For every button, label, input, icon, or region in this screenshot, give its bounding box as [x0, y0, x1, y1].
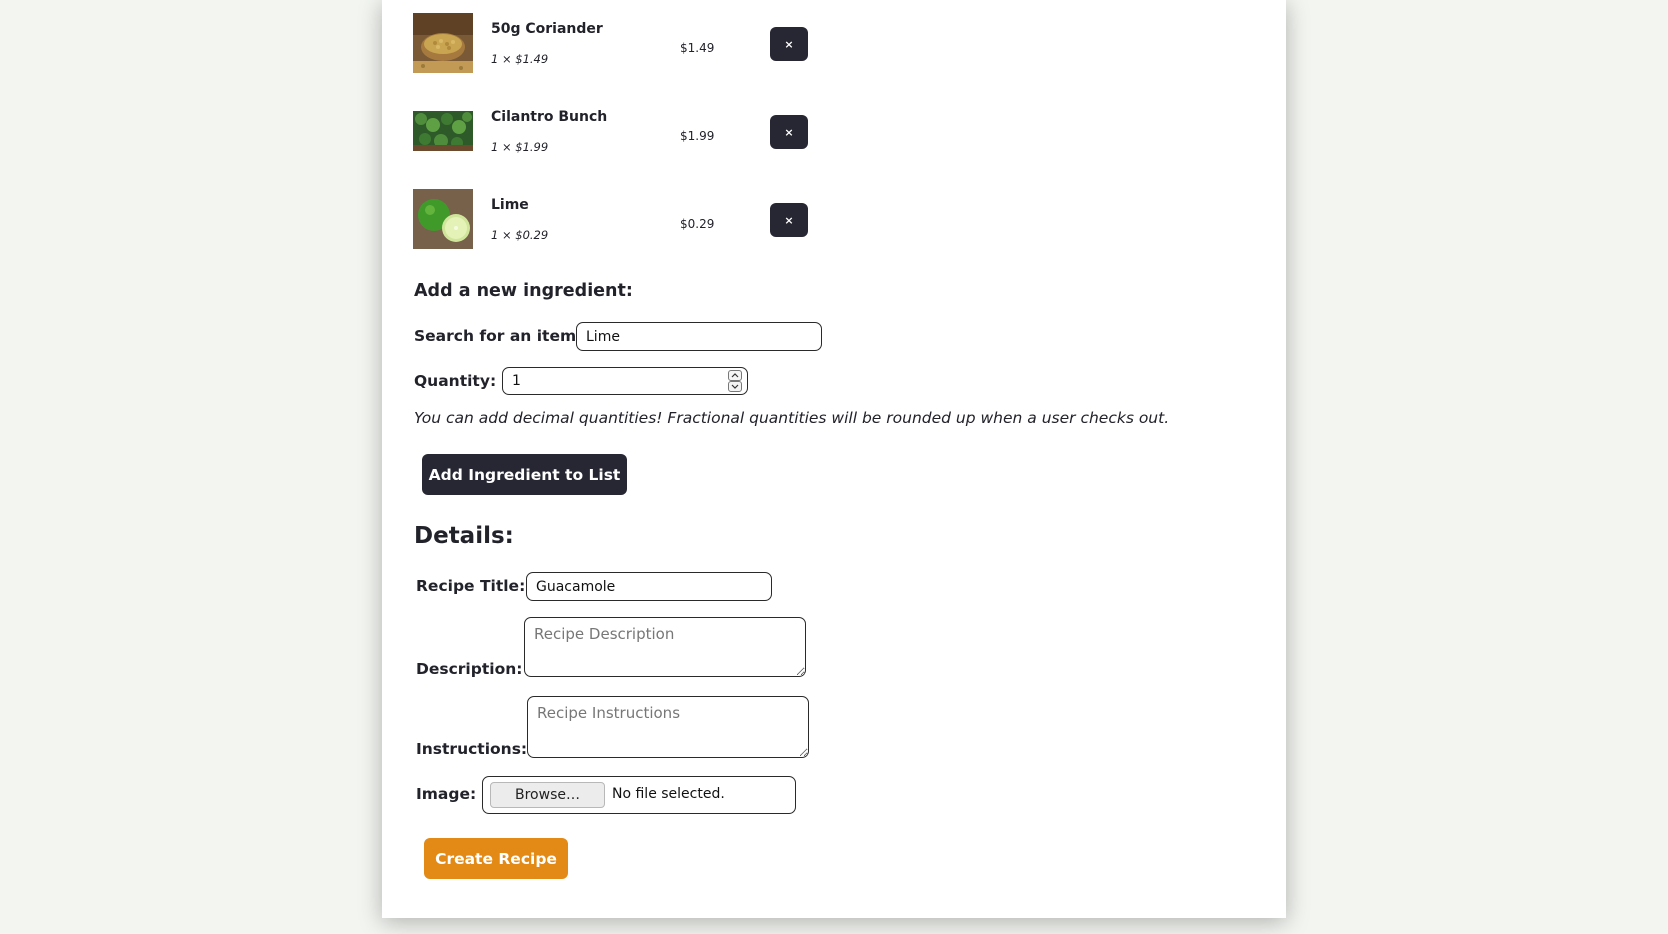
- add-ingredient-button[interactable]: Add Ingredient to List: [422, 454, 627, 495]
- remove-ingredient-button[interactable]: ×: [770, 115, 808, 149]
- lime-photo: [413, 189, 473, 249]
- ingredient-price: $0.29: [680, 217, 715, 231]
- recipe-form-card: 50g Coriander 1 × $1.49 $1.49 × Cilantro…: [382, 0, 1286, 918]
- ingredient-row: Lime 1 × $0.29 $0.29 ×: [413, 189, 1013, 253]
- quantity-spinner[interactable]: [728, 370, 742, 392]
- browse-button[interactable]: Browse…: [490, 782, 605, 808]
- file-status-text: No file selected.: [612, 786, 725, 802]
- coriander-seeds-photo: [413, 13, 473, 73]
- ingredient-name: 50g Coriander: [491, 21, 603, 37]
- add-ingredient-heading: Add a new ingredient:: [414, 281, 633, 301]
- quantity-input[interactable]: 1: [502, 367, 748, 395]
- description-textarea[interactable]: [524, 617, 806, 677]
- create-recipe-button[interactable]: Create Recipe: [424, 838, 568, 879]
- ingredient-price: $1.99: [680, 129, 715, 143]
- ingredient-quantity: 1 × $1.99: [491, 140, 549, 154]
- quantity-label: Quantity:: [414, 372, 497, 390]
- ingredient-row: Cilantro Bunch 1 × $1.99 $1.99 ×: [413, 101, 1013, 165]
- recipe-title-input[interactable]: [526, 572, 772, 601]
- search-input[interactable]: [576, 322, 822, 351]
- recipe-title-label: Recipe Title:: [416, 577, 526, 595]
- ingredient-quantity: 1 × $0.29: [491, 228, 549, 242]
- remove-ingredient-button[interactable]: ×: [770, 27, 808, 61]
- instructions-label: Instructions:: [416, 740, 528, 758]
- image-file-input[interactable]: Browse… No file selected.: [482, 776, 796, 814]
- increment-icon[interactable]: [728, 370, 742, 381]
- decrement-icon[interactable]: [728, 381, 742, 392]
- description-label: Description:: [416, 660, 523, 678]
- quantity-value: 1: [512, 373, 521, 389]
- ingredient-price: $1.49: [680, 41, 715, 55]
- details-heading: Details:: [414, 523, 514, 549]
- cilantro-photo: [413, 101, 473, 161]
- decimal-quantity-hint: You can add decimal quantities! Fraction…: [414, 409, 1170, 427]
- ingredient-name: Lime: [491, 197, 529, 213]
- ingredient-row: 50g Coriander 1 × $1.49 $1.49 ×: [413, 13, 1013, 77]
- ingredient-quantity: 1 × $1.49: [491, 52, 549, 66]
- remove-ingredient-button[interactable]: ×: [770, 203, 808, 237]
- image-label: Image:: [416, 785, 477, 803]
- search-label: Search for an item:: [414, 327, 583, 345]
- ingredient-name: Cilantro Bunch: [491, 109, 608, 125]
- instructions-textarea[interactable]: [527, 696, 809, 758]
